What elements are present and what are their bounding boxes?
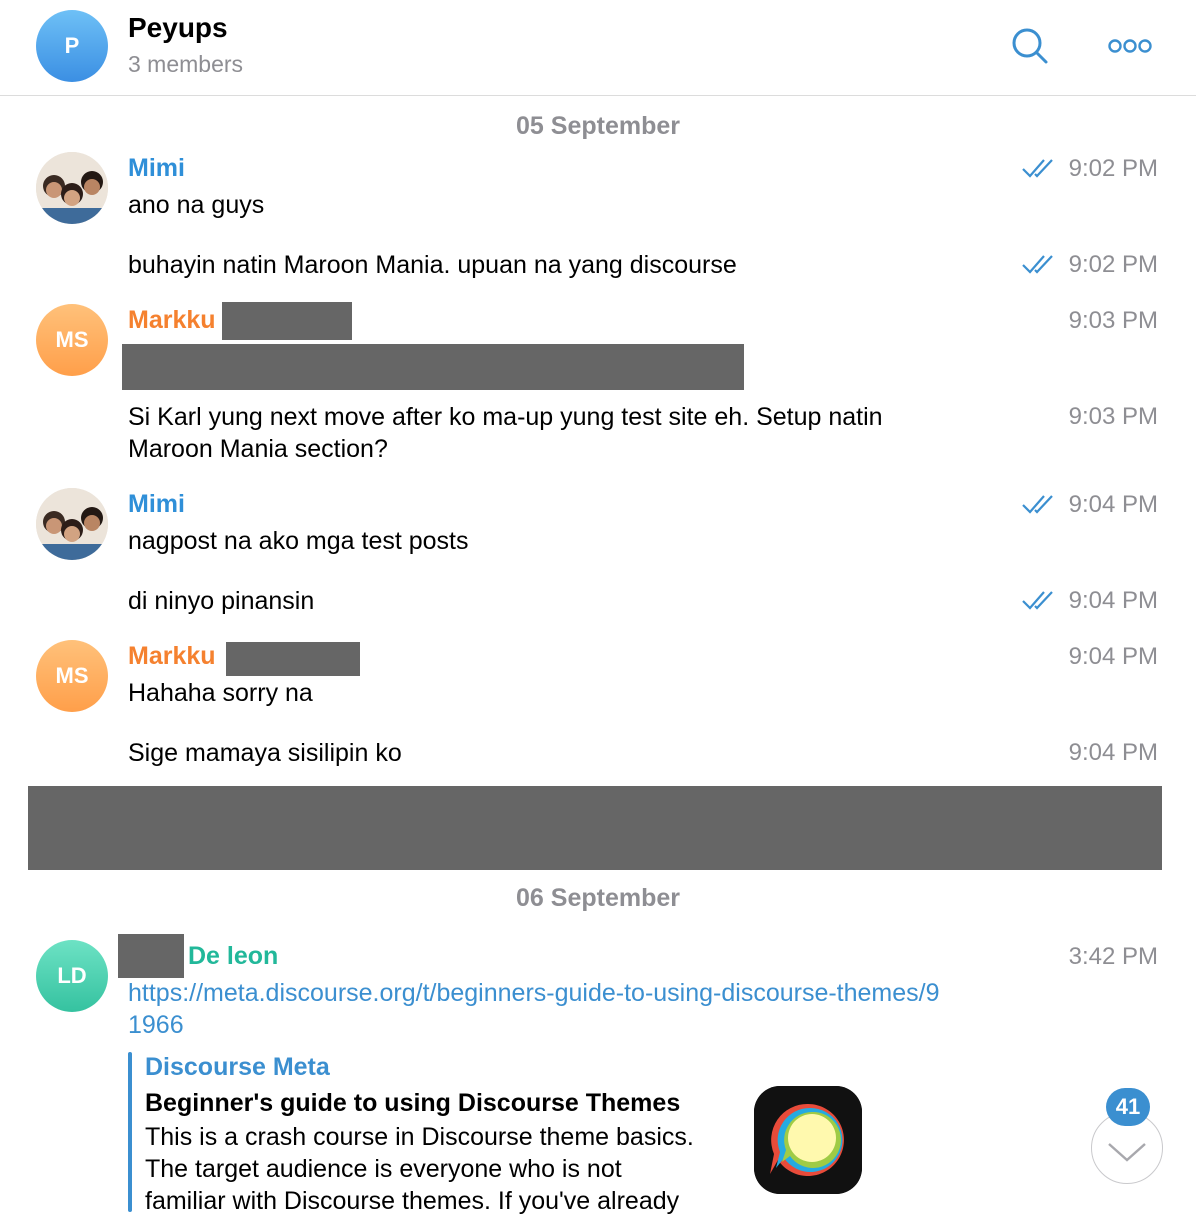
date-separator: 05 September <box>516 112 680 140</box>
avatar[interactable]: MS <box>36 304 108 376</box>
message-time: 9:04 PM <box>1068 587 1158 614</box>
group-photo-avatar <box>36 152 108 224</box>
preview-description: The target audience is everyone who is n… <box>145 1155 622 1183</box>
sender-name[interactable]: Mimi <box>128 154 185 183</box>
more-button[interactable] <box>1106 24 1154 68</box>
chat-header: P Peyups 3 members <box>0 0 1196 96</box>
message-time: 9:02 PM <box>1068 155 1158 182</box>
message-text: buhayin natin Maroon Mania. upuan na yan… <box>128 251 737 279</box>
redacted-message <box>122 344 744 390</box>
message-time: 9:04 PM <box>1068 643 1158 670</box>
message-text: nagpost na ako mga test posts <box>128 527 469 555</box>
preview-description: This is a crash course in Discourse them… <box>145 1123 694 1151</box>
preview-accent-bar <box>128 1052 132 1212</box>
message-text: Sige mamaya sisilipin ko <box>128 739 402 767</box>
search-button[interactable] <box>1006 24 1054 68</box>
chat-title[interactable]: Peyups <box>128 12 228 44</box>
double-check-icon <box>1022 159 1053 178</box>
message-text: Hahaha sorry na <box>128 679 313 707</box>
double-check-icon <box>1022 495 1053 514</box>
member-count: 3 members <box>128 51 244 77</box>
avatar[interactable] <box>36 152 108 224</box>
unread-count-badge: 41 <box>1106 1088 1150 1126</box>
redacted-surname <box>222 302 352 340</box>
message-text: Maroon Mania section? <box>128 435 388 463</box>
sender-name[interactable]: Markku <box>128 642 216 671</box>
message-text: Si Karl yung next move after ko ma-up yu… <box>128 403 883 431</box>
redacted-block <box>28 786 1162 870</box>
preview-site-name[interactable]: Discourse Meta <box>145 1053 330 1082</box>
avatar[interactable]: LD <box>36 940 108 1012</box>
date-separator: 06 September <box>516 884 680 912</box>
message-time: 9:02 PM <box>1068 251 1158 278</box>
sender-name[interactable]: Mimi <box>128 490 185 519</box>
search-icon <box>1012 28 1048 64</box>
message-link[interactable]: https://meta.discourse.org/t/beginners-g… <box>128 977 948 1041</box>
sender-name[interactable]: De leon <box>188 942 278 971</box>
more-icon <box>1108 39 1152 53</box>
avatar[interactable]: MS <box>36 640 108 712</box>
discourse-logo-icon <box>754 1086 862 1194</box>
sender-name[interactable]: Markku <box>128 306 216 335</box>
preview-title[interactable]: Beginner's guide to using Discourse Them… <box>145 1089 680 1118</box>
message-time: 9:04 PM <box>1068 491 1158 518</box>
group-avatar[interactable]: P <box>36 10 108 82</box>
message-text: di ninyo pinansin <box>128 587 315 615</box>
preview-description: familiar with Discourse themes. If you'v… <box>145 1187 680 1215</box>
message-time: 9:03 PM <box>1068 307 1158 334</box>
redacted-first-name <box>118 934 184 978</box>
preview-thumbnail[interactable] <box>754 1086 862 1194</box>
message-time: 3:42 PM <box>1068 943 1158 970</box>
message-text: ano na guys <box>128 191 265 219</box>
redacted-surname <box>226 642 360 676</box>
double-check-icon <box>1022 255 1053 274</box>
avatar[interactable] <box>36 488 108 560</box>
double-check-icon <box>1022 591 1053 610</box>
message-time: 9:04 PM <box>1068 739 1158 766</box>
message-time: 9:03 PM <box>1068 403 1158 430</box>
group-photo-avatar <box>36 488 108 560</box>
